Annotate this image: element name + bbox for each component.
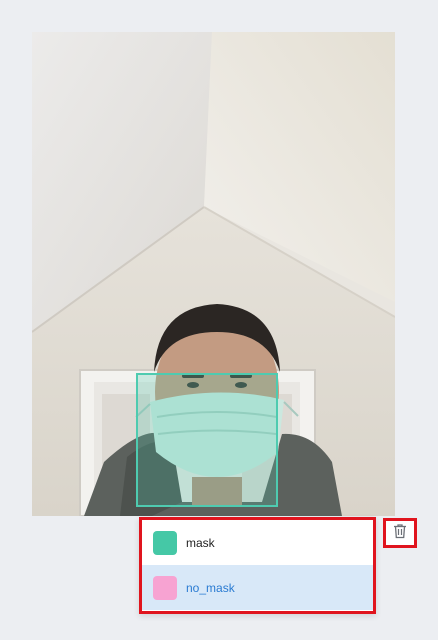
class-option-mask[interactable]: mask [142,520,373,565]
bounding-box[interactable] [136,373,278,507]
class-color-swatch [153,530,177,555]
delete-annotation-button[interactable] [383,518,417,548]
class-color-swatch [153,575,177,600]
class-option-no-mask[interactable]: no_mask [142,565,373,610]
class-option-label: no_mask [186,580,235,595]
trash-icon [393,523,407,544]
annotation-stage: mask no_mask [0,0,438,640]
class-dropdown-menu: mask no_mask [139,517,376,614]
class-option-label: mask [186,535,215,550]
